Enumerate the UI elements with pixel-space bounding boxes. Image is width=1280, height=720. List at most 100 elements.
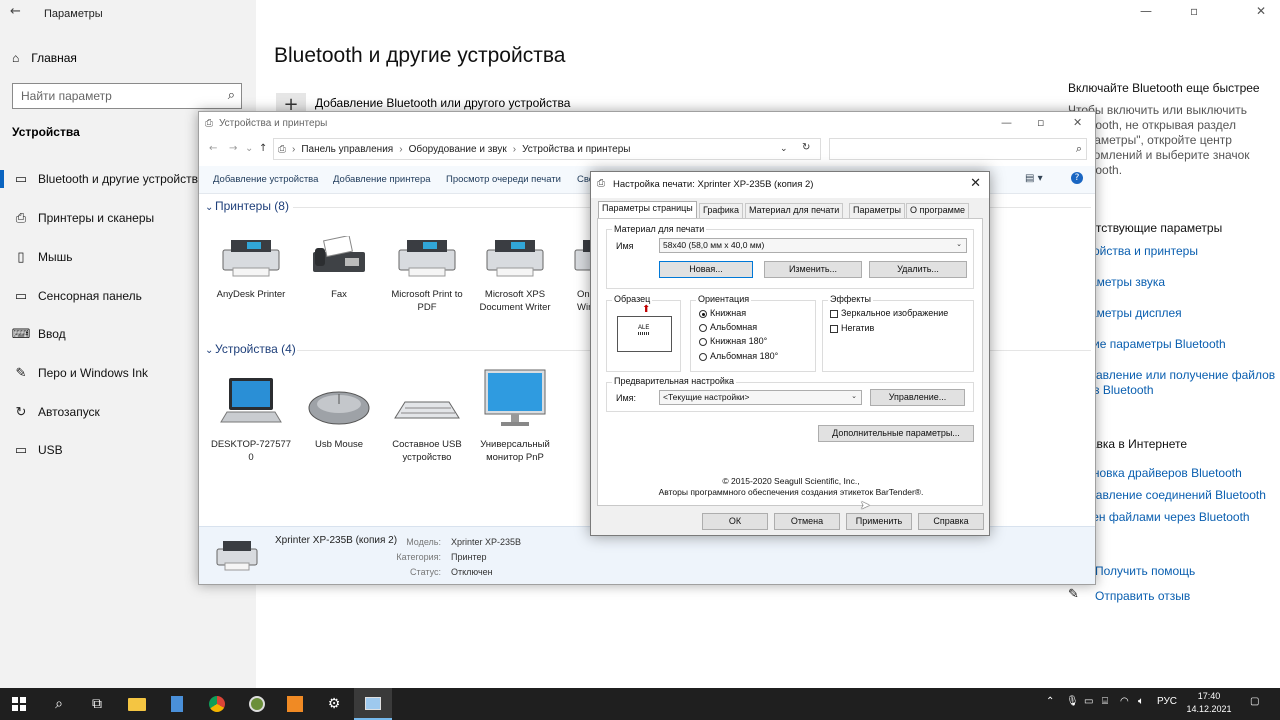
printer-item-onenote[interactable]: On Win bbox=[561, 236, 591, 314]
checkbox-negative[interactable] bbox=[830, 325, 838, 333]
sidebar-item-label: Bluetooth и другие устройства bbox=[38, 172, 205, 186]
battery-icon[interactable]: ▭ bbox=[1084, 696, 1093, 707]
change-stock-button[interactable]: Изменить... bbox=[764, 261, 862, 278]
search-icon[interactable]: ⌕ bbox=[40, 688, 78, 720]
help-icon[interactable]: ? bbox=[1071, 172, 1083, 184]
settings-app-title: Параметры bbox=[44, 8, 103, 20]
radio-portrait[interactable] bbox=[699, 310, 707, 318]
advanced-options-button[interactable]: Дополнительные параметры... bbox=[818, 425, 974, 442]
tray-chevron-icon[interactable]: ⌃ bbox=[1046, 696, 1054, 707]
search-icon: ⌕ bbox=[1075, 142, 1082, 155]
wifi-icon[interactable]: ◠ bbox=[1120, 696, 1129, 707]
back-arrow-icon[interactable]: ← bbox=[10, 4, 21, 19]
chrome-logo-icon bbox=[209, 696, 225, 712]
devices-printers-taskbar-icon[interactable] bbox=[354, 688, 392, 720]
forward-arrow-icon[interactable]: → bbox=[229, 143, 237, 154]
checkbox-mirror[interactable] bbox=[830, 310, 838, 318]
preset-select[interactable]: <Текущие настройки> ⌄ bbox=[659, 390, 862, 405]
network-icon[interactable]: ⌸ bbox=[1102, 696, 1108, 707]
sidebar-item-label: Ввод bbox=[38, 327, 66, 341]
radio-landscape-180[interactable] bbox=[699, 353, 707, 361]
tab-graphics[interactable]: Графика bbox=[699, 203, 743, 218]
add-printer-command[interactable]: Добавление принтера bbox=[333, 174, 431, 185]
sidebar-section-title: Устройства bbox=[12, 125, 80, 139]
calculator-icon[interactable] bbox=[158, 688, 196, 720]
add-device-link[interactable]: Добавление Bluetooth или другого устройс… bbox=[315, 96, 570, 110]
cancel-button[interactable]: Отмена bbox=[774, 513, 840, 530]
apply-button[interactable]: Применить bbox=[846, 513, 912, 530]
microphone-icon[interactable]: 🎙︎ bbox=[1066, 696, 1079, 707]
sample-legend: Образец bbox=[612, 294, 653, 304]
settings-search-placeholder: Найти параметр bbox=[21, 89, 112, 103]
close-button[interactable]: ✕ bbox=[1073, 116, 1082, 129]
tab-about[interactable]: О программе bbox=[906, 203, 970, 218]
delete-stock-button[interactable]: Удалить... bbox=[869, 261, 967, 278]
app-orange-icon[interactable] bbox=[276, 688, 314, 720]
volume-icon[interactable]: 🔈︎ bbox=[1138, 696, 1144, 707]
app-globe-icon[interactable] bbox=[238, 688, 276, 720]
recent-chevron-icon[interactable]: ⌄ bbox=[245, 143, 253, 154]
close-button[interactable]: ✕ bbox=[1256, 4, 1266, 18]
get-help-link[interactable]: Получить помощь bbox=[1095, 564, 1195, 578]
minimize-button[interactable]: — bbox=[1001, 116, 1012, 129]
device-item-mouse[interactable]: Usb Mouse bbox=[297, 374, 381, 451]
view-options-icon[interactable]: ▤ ▾ bbox=[1025, 173, 1043, 184]
clock[interactable]: 17:40 14.12.2021 bbox=[1184, 690, 1234, 716]
chrome-icon[interactable] bbox=[198, 688, 236, 720]
language-indicator[interactable]: РУС bbox=[1157, 696, 1177, 707]
collapse-chevron-icon[interactable]: ⌄ bbox=[205, 202, 213, 213]
breadcrumb-item[interactable]: Устройства и принтеры bbox=[522, 144, 630, 155]
help-button[interactable]: Справка bbox=[918, 513, 984, 530]
radio-landscape[interactable] bbox=[699, 324, 707, 332]
feedback-link[interactable]: Отправить отзыв bbox=[1095, 589, 1190, 603]
printer-item-fax[interactable]: Fax bbox=[297, 236, 381, 301]
breadcrumb-item[interactable]: Оборудование и звук bbox=[409, 144, 507, 155]
printers-group-title[interactable]: Принтеры (8) bbox=[215, 199, 289, 213]
refresh-icon[interactable]: ↻ bbox=[802, 142, 810, 153]
printer-icon bbox=[216, 541, 258, 571]
device-label: Usb Mouse bbox=[314, 439, 364, 450]
notifications-icon[interactable]: ▢ bbox=[1250, 696, 1259, 707]
material-select[interactable]: 58x40 (58,0 мм x 40,0 мм) ⌄ bbox=[659, 238, 967, 253]
radio-portrait-180[interactable] bbox=[699, 338, 707, 346]
device-item-usb-composite[interactable]: Составное USB устройство bbox=[385, 374, 469, 464]
device-item-monitor[interactable]: Универсальный монитор PnP bbox=[473, 368, 557, 464]
back-arrow-icon[interactable]: ← bbox=[209, 143, 217, 154]
settings-gear-icon[interactable]: ⚙ bbox=[315, 688, 353, 720]
link-fix-connections[interactable]: Исправление соединений Bluetooth bbox=[1068, 488, 1266, 502]
address-dropdown-icon[interactable]: ⌄ bbox=[780, 143, 788, 154]
printer-icon: ⎙ bbox=[597, 178, 605, 189]
maximize-button[interactable]: ▫ bbox=[1190, 4, 1198, 18]
search-icon[interactable]: ⌕ bbox=[228, 87, 235, 103]
settings-search-input[interactable]: Найти параметр ⌕ bbox=[12, 83, 242, 109]
ok-button[interactable]: ОК bbox=[702, 513, 768, 530]
printer-icon bbox=[574, 240, 591, 271]
printer-item-pdf[interactable]: Microsoft Print to PDF bbox=[385, 236, 469, 314]
up-arrow-icon[interactable]: ↑ bbox=[259, 143, 267, 154]
manage-presets-button[interactable]: Управление... bbox=[870, 389, 965, 406]
printer-item-anydesk[interactable]: AnyDesk Printer bbox=[209, 236, 293, 301]
tab-options[interactable]: Параметры bbox=[849, 203, 905, 218]
print-queue-command[interactable]: Просмотр очереди печати bbox=[446, 174, 561, 185]
tab-stock[interactable]: Материал для печати bbox=[745, 203, 844, 218]
device-item-desktop[interactable]: DESKTOP-727577 0 bbox=[209, 374, 293, 464]
maximize-button[interactable]: ▫ bbox=[1037, 116, 1044, 129]
file-explorer-icon[interactable] bbox=[118, 688, 156, 720]
link-send-receive-files[interactable]: Отправление или получение файлов bbox=[1068, 368, 1275, 382]
breadcrumb-item[interactable]: Панель управления bbox=[301, 144, 393, 155]
close-button[interactable]: ✕ bbox=[970, 176, 981, 191]
new-stock-button[interactable]: Новая... bbox=[659, 261, 753, 278]
printer-item-xps[interactable]: Microsoft XPS Document Writer bbox=[473, 236, 557, 314]
orange-app-icon bbox=[287, 696, 303, 712]
devices-group-title[interactable]: Устройства (4) bbox=[215, 342, 296, 356]
tab-page-setup[interactable]: Параметры страницы bbox=[598, 201, 697, 219]
collapse-chevron-icon[interactable]: ⌄ bbox=[205, 345, 213, 356]
page-setup-panel: Материал для печати Имя 58x40 (58,0 мм x… bbox=[597, 218, 983, 506]
start-button[interactable] bbox=[0, 688, 38, 720]
minimize-button[interactable]: — bbox=[1140, 4, 1152, 18]
address-bar[interactable]: ⎙ › Панель управления › Оборудование и з… bbox=[273, 138, 821, 160]
task-view-icon[interactable]: ⧉ bbox=[78, 688, 116, 720]
sidebar-home[interactable]: ⌂ Главная bbox=[12, 48, 77, 68]
devices-search-input[interactable]: ⌕ bbox=[829, 138, 1087, 160]
add-device-command[interactable]: Добавление устройства bbox=[213, 174, 318, 185]
